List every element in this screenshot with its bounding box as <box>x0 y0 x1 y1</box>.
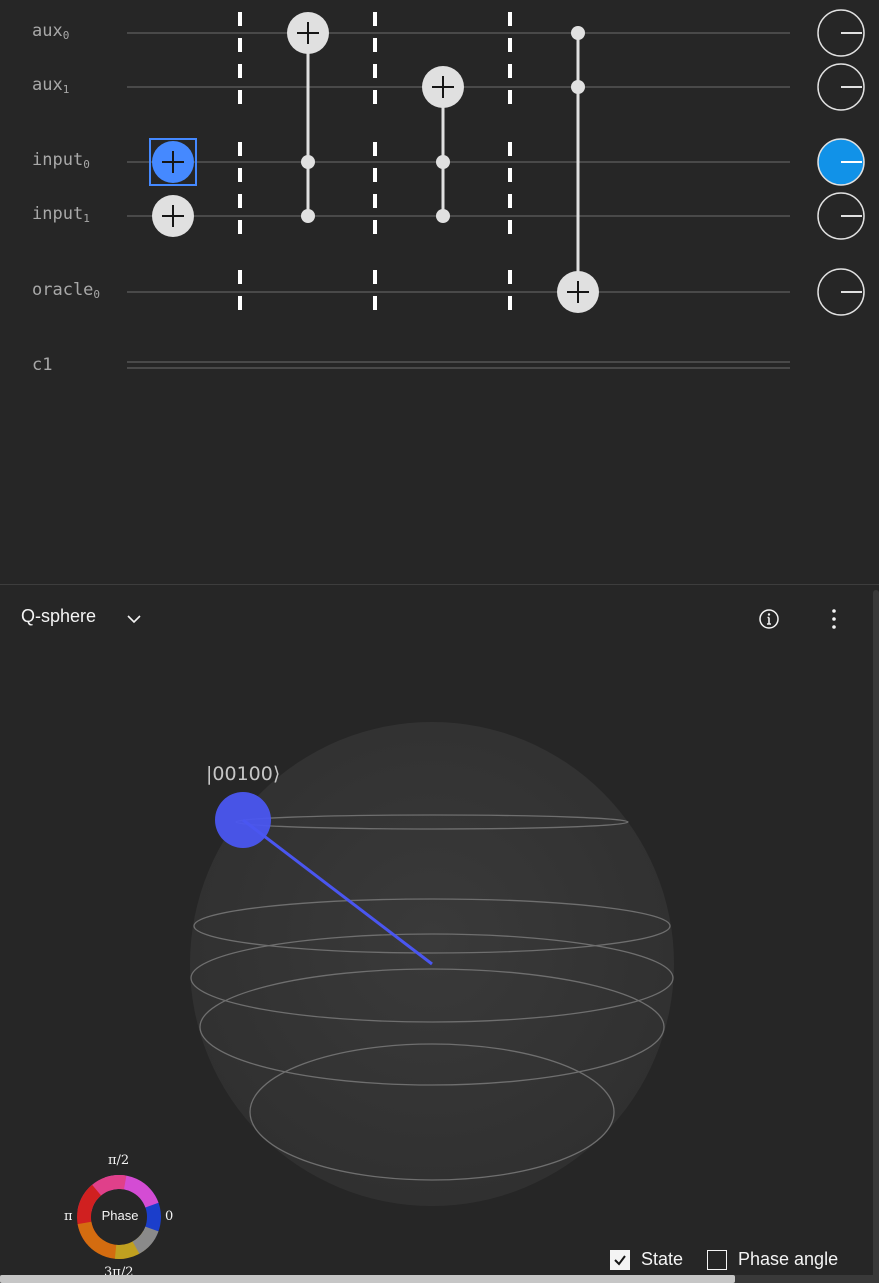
state-checkbox[interactable] <box>610 1249 630 1270</box>
prob-indicator-input0[interactable] <box>817 138 865 186</box>
circuit-canvas <box>127 9 865 369</box>
checkmark-icon <box>614 1254 626 1266</box>
qubit-label-input1: input1 <box>32 204 90 225</box>
phase-legend-center: Phase <box>101 1208 139 1223</box>
toffoli-gate-oracle0[interactable] <box>557 26 599 313</box>
toffoli-gate-aux0[interactable] <box>287 12 329 223</box>
horizontal-scrollbar[interactable] <box>0 1275 879 1283</box>
phase-angle-option[interactable]: Phase angle <box>707 1249 838 1270</box>
state-point[interactable] <box>215 792 271 848</box>
qsphere-panel: Q-sphere |00100⟩ Phase π/2 π 0 3π/2 Stat… <box>0 585 879 1283</box>
qubit-label-input0: input0 <box>32 150 90 171</box>
phase-legend-top: π/2 <box>108 1153 130 1168</box>
classical-register-label: c1 <box>32 355 53 375</box>
x-gate-input1[interactable] <box>152 195 194 237</box>
prob-indicator-oracle0[interactable] <box>817 268 865 316</box>
circuit-composer: aux0 aux1 input0 input1 oracle0 c1 <box>0 0 879 585</box>
phase-angle-checkbox[interactable] <box>707 1249 727 1270</box>
qubit-label-aux1: aux1 <box>32 75 70 96</box>
prob-indicator-aux1[interactable] <box>817 63 865 111</box>
phase-angle-checkbox-label: Phase angle <box>738 1249 839 1269</box>
qubit-label-oracle0: oracle0 <box>32 280 101 301</box>
basis-state-label: |00100⟩ <box>206 763 281 785</box>
x-gate-input0[interactable] <box>152 141 194 183</box>
qubit-label-aux0: aux0 <box>32 21 70 42</box>
state-option[interactable]: State <box>610 1249 683 1270</box>
horizontal-scrollbar-thumb[interactable] <box>0 1275 735 1283</box>
state-checkbox-label: State <box>641 1249 684 1269</box>
qsphere-visualization[interactable] <box>0 585 879 1283</box>
prob-indicator-aux0[interactable] <box>817 9 865 57</box>
prob-indicator-input1[interactable] <box>817 192 865 240</box>
phase-legend-left: π <box>64 1209 73 1224</box>
toffoli-gate-aux1[interactable] <box>422 66 464 223</box>
phase-legend-right: 0 <box>165 1209 174 1224</box>
